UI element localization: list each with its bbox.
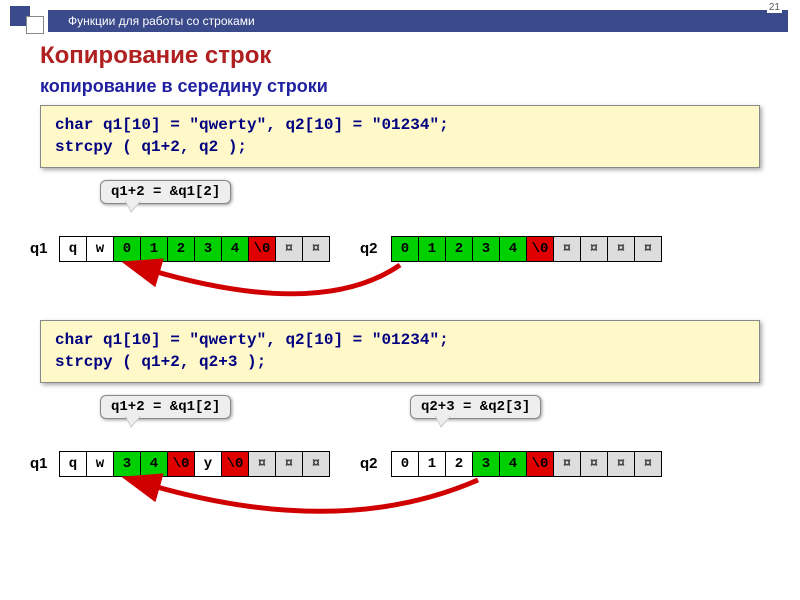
array-cell: 2 — [445, 451, 473, 477]
array-cell: 1 — [418, 236, 446, 262]
code-line: strcpy ( q1+2, q2 ); — [55, 136, 745, 158]
array-cell: 3 — [194, 236, 222, 262]
array-cell: 1 — [140, 236, 168, 262]
array-cell: 3 — [472, 236, 500, 262]
array-cell: \0 — [248, 236, 276, 262]
array-q1-row2: qw34\0y\0¤¤¤ — [60, 451, 330, 477]
page-number: 21 — [767, 2, 782, 13]
code-line: char q1[10] = "qwerty", q2[10] = "01234"… — [55, 114, 745, 136]
code-block-2: char q1[10] = "qwerty", q2[10] = "01234"… — [40, 320, 760, 383]
array-cell: 3 — [113, 451, 141, 477]
array-cell: ¤ — [580, 236, 608, 262]
array-cell: y — [194, 451, 222, 477]
array-q1-row1: qw01234\0¤¤ — [60, 236, 330, 262]
array-cell: ¤ — [248, 451, 276, 477]
array-cell: 4 — [140, 451, 168, 477]
array-label-q1: q1 — [30, 240, 48, 257]
array-cell: ¤ — [553, 236, 581, 262]
array-cell: ¤ — [302, 236, 330, 262]
array-cell: 3 — [472, 451, 500, 477]
array-q2-row2: 01234\0¤¤¤¤ — [392, 451, 662, 477]
callout-q1plus2-b: q1+2 = &q1[2] — [100, 395, 231, 419]
array-cell: 4 — [499, 236, 527, 262]
page-subtitle: копирование в середину строки — [40, 76, 760, 97]
array-cell: ¤ — [275, 451, 303, 477]
array-cell: ¤ — [275, 236, 303, 262]
array-cell: 2 — [167, 236, 195, 262]
array-cell: 4 — [499, 451, 527, 477]
array-cell: ¤ — [580, 451, 608, 477]
array-cell: q — [59, 451, 87, 477]
array-cell: ¤ — [607, 451, 635, 477]
array-label-q2-b: q2 — [360, 455, 378, 472]
array-cell: \0 — [167, 451, 195, 477]
array-cell: \0 — [526, 451, 554, 477]
header-banner: Функции для работы со строками 21 — [48, 10, 788, 32]
page-title: Копирование строк — [40, 42, 760, 70]
callout-q2plus3: q2+3 = &q2[3] — [410, 395, 541, 419]
code-line: char q1[10] = "qwerty", q2[10] = "01234"… — [55, 329, 745, 351]
array-cell: 4 — [221, 236, 249, 262]
array-cell: q — [59, 236, 87, 262]
array-cell: 2 — [445, 236, 473, 262]
array-cell: w — [86, 451, 114, 477]
array-cell: ¤ — [607, 236, 635, 262]
deco-square-light — [26, 16, 44, 34]
array-cell: 0 — [391, 236, 419, 262]
header-title: Функции для работы со строками — [68, 14, 255, 28]
array-cell: ¤ — [553, 451, 581, 477]
array-cell: ¤ — [302, 451, 330, 477]
code-line: strcpy ( q1+2, q2+3 ); — [55, 351, 745, 373]
array-cell: 1 — [418, 451, 446, 477]
array-q2-row1: 01234\0¤¤¤¤ — [392, 236, 662, 262]
array-label-q1-b: q1 — [30, 455, 48, 472]
array-cell: 0 — [391, 451, 419, 477]
callout-q1plus2-a: q1+2 = &q1[2] — [100, 180, 231, 204]
array-cell: 0 — [113, 236, 141, 262]
array-cell: ¤ — [634, 236, 662, 262]
code-block-1: char q1[10] = "qwerty", q2[10] = "01234"… — [40, 105, 760, 168]
array-cell: ¤ — [634, 451, 662, 477]
array-cell: \0 — [526, 236, 554, 262]
array-cell: w — [86, 236, 114, 262]
array-cell: \0 — [221, 451, 249, 477]
array-label-q2: q2 — [360, 240, 378, 257]
